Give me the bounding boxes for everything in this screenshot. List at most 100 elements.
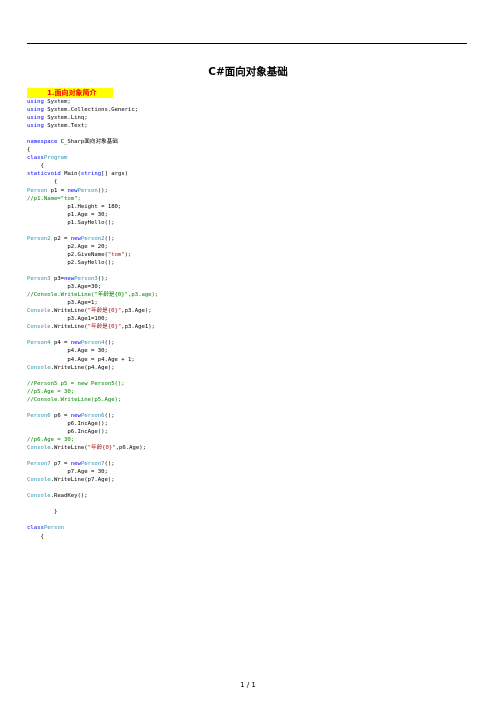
code-token: Person2 bbox=[80, 235, 105, 242]
code-token: (); bbox=[104, 412, 115, 419]
code-line: Person6 p6 = newPerson6(); bbox=[27, 412, 467, 420]
code-token: class bbox=[27, 525, 44, 532]
code-token: Person3 bbox=[27, 276, 51, 283]
code-token: (); bbox=[97, 276, 108, 283]
code-token: (); bbox=[104, 235, 115, 242]
code-line: //p1.Name="tom"; bbox=[27, 195, 467, 203]
code-token: //Console.WriteLine(p5.Age); bbox=[27, 396, 122, 403]
code-line: using System; bbox=[27, 98, 467, 106]
code-token: new bbox=[70, 340, 81, 347]
code-token: [] args) bbox=[101, 171, 129, 178]
code-token: (); bbox=[104, 340, 115, 347]
code-token: p1.Age = 30; bbox=[27, 211, 108, 218]
code-line: p1.SayHello(); bbox=[27, 219, 467, 227]
code-line: { bbox=[27, 178, 467, 186]
code-token: Console bbox=[27, 493, 51, 500]
code-token: Person4 bbox=[27, 340, 51, 347]
code-token: Person6 bbox=[27, 412, 51, 419]
code-token: Console bbox=[27, 308, 51, 315]
code-token: "年龄是{0}" bbox=[87, 308, 122, 315]
code-token: string bbox=[80, 171, 102, 178]
code-line: //p6.Age = 30; bbox=[27, 436, 467, 444]
code-token: p1 = bbox=[47, 187, 68, 194]
code-token: p1.Height = 180; bbox=[27, 203, 122, 210]
code-token: p2.SayHello(); bbox=[27, 259, 115, 266]
code-token: System; bbox=[43, 99, 71, 105]
code-token: .WriteLine(p7.Age); bbox=[50, 477, 115, 484]
code-token: //p1.Name="tom"; bbox=[27, 195, 81, 202]
code-token: using bbox=[27, 115, 44, 122]
code-token: //p6.Age = 30; bbox=[27, 436, 75, 443]
code-line: using System.Text; bbox=[27, 122, 467, 130]
code-token: Person2 bbox=[27, 235, 51, 242]
code-line: //Console.WriteLine("年龄是{0}",p3.age); bbox=[27, 291, 467, 299]
code-token: //p5.Age = 30; bbox=[27, 388, 75, 395]
section-heading: 1.面向对象简介 bbox=[27, 88, 113, 98]
code-token: p4.Age = p4.Age + 1; bbox=[27, 356, 135, 363]
code-line: p1.Age = 30; bbox=[27, 211, 467, 219]
code-token: new bbox=[64, 276, 75, 283]
code-token: new bbox=[70, 412, 81, 419]
code-token: ,p3.Age1); bbox=[121, 324, 155, 331]
code-line: Console.WriteLine("年龄{0}",p6.Age); bbox=[27, 444, 467, 452]
code-line: Person2 p2 = newPerson2(); bbox=[27, 235, 467, 243]
code-token: Person4 bbox=[80, 340, 105, 347]
code-token: p3.Age=30; bbox=[27, 284, 102, 291]
code-line: Person3 p3=newPerson3(); bbox=[27, 275, 467, 283]
code-token: .WriteLine(p4.Age); bbox=[50, 364, 115, 371]
code-token: Program bbox=[43, 155, 68, 162]
code-token: p2.GiveName( bbox=[27, 251, 108, 258]
code-line: classProgram bbox=[27, 154, 467, 162]
document-title: C#面向对象基础 bbox=[208, 66, 288, 78]
code-line: Person4 p4 = newPerson4(); bbox=[27, 339, 467, 347]
code-line: p7.Age = 30; bbox=[27, 468, 467, 476]
code-token: (); bbox=[104, 461, 115, 468]
code-token: C_Sharp面向对象基础 bbox=[57, 139, 118, 146]
code-line: classPerson bbox=[27, 524, 467, 532]
code-token: p2.Age = 20; bbox=[27, 243, 108, 250]
code-line: Person p1 = newPerson(); bbox=[27, 187, 467, 195]
code-token: Person3 bbox=[74, 276, 98, 283]
code-line: Console.ReadKey(); bbox=[27, 492, 467, 500]
code-line: p4.Age = p4.Age + 1; bbox=[27, 356, 467, 364]
code-token: .ReadKey(); bbox=[50, 493, 88, 500]
header-rule bbox=[27, 43, 467, 44]
code-token: "tom" bbox=[107, 251, 125, 258]
code-token: Console bbox=[27, 445, 51, 452]
code-line: //Console.WriteLine(p5.Age); bbox=[27, 396, 467, 404]
code-token: p6.IncAge(); bbox=[27, 420, 108, 427]
code-token: Person7 bbox=[80, 461, 105, 468]
code-token: static bbox=[27, 171, 48, 178]
code-line: p3.Age=1; bbox=[27, 299, 467, 307]
code-line: Console.WriteLine("年龄是{0}",p3.Age1); bbox=[27, 323, 467, 331]
code-line: Person7 p7 = newPerson7(); bbox=[27, 460, 467, 468]
code-line: { bbox=[27, 533, 467, 541]
code-token: p4.Age = 30; bbox=[27, 348, 108, 355]
code-token: (); bbox=[97, 187, 108, 194]
code-token: p3.Age1=100; bbox=[27, 316, 108, 323]
code-token: System.Linq; bbox=[43, 115, 88, 122]
code-line: Console.WriteLine(p4.Age); bbox=[27, 364, 467, 372]
code-token: Console bbox=[27, 364, 51, 371]
code-token: System.Text; bbox=[43, 123, 88, 130]
code-token: namespace bbox=[27, 139, 58, 146]
code-line: Console.WriteLine(p7.Age); bbox=[27, 476, 467, 484]
code-token: p7.Age = 30; bbox=[27, 469, 108, 476]
code-token: Person bbox=[27, 187, 48, 194]
code-token: { bbox=[27, 533, 44, 540]
code-token: .WriteLine( bbox=[50, 308, 88, 315]
code-token: using bbox=[27, 107, 44, 114]
code-token: void bbox=[47, 171, 61, 178]
code-token: "年龄是{0}" bbox=[87, 324, 122, 331]
code-token: ,p3.Age); bbox=[121, 308, 152, 315]
code-token: new bbox=[70, 235, 81, 242]
code-token: using bbox=[27, 99, 44, 105]
code-token: System.Collections.Generic; bbox=[43, 107, 139, 114]
code-token: p2 = bbox=[50, 235, 71, 242]
